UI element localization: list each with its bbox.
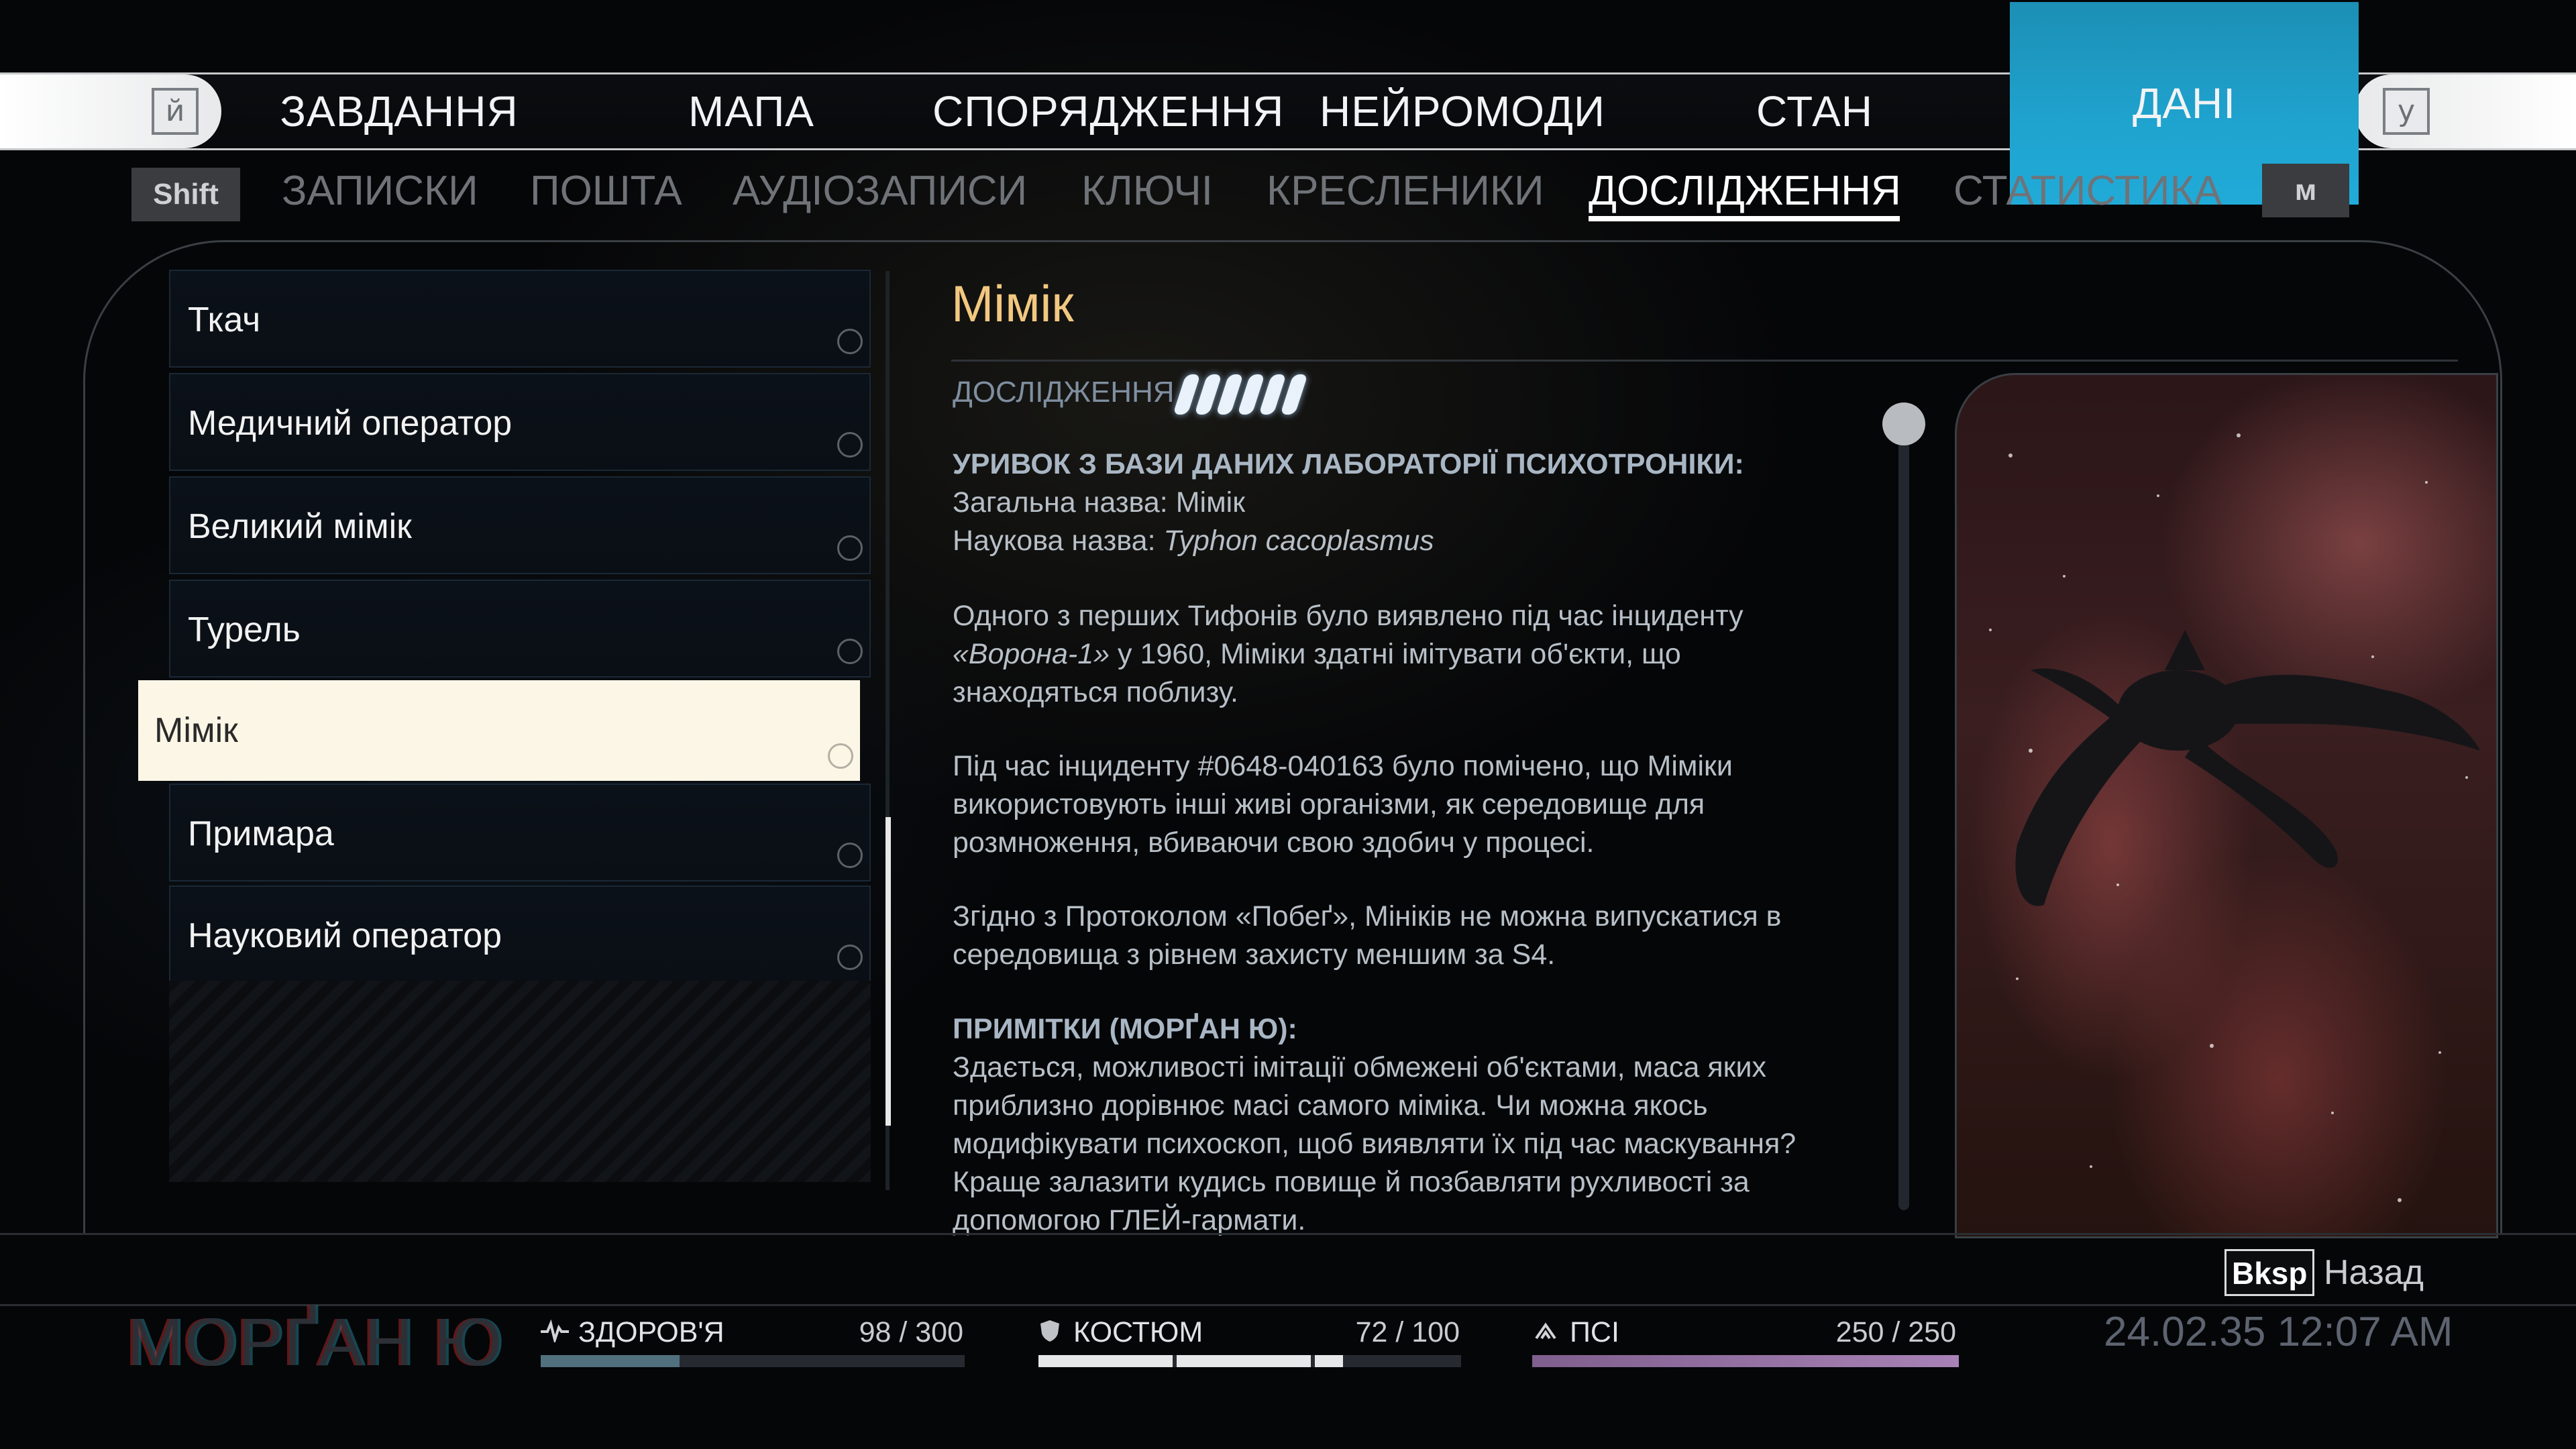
scientific-name: Typhon cacoplasmus (1163, 525, 1434, 557)
paragraph-text: у 1960, Міміки здатні імітувати об'єкти,… (1110, 638, 1681, 670)
list-item-weaver[interactable]: Ткач (169, 270, 871, 368)
creature-image (1955, 373, 2498, 1238)
subtab-blueprints[interactable]: КРЕСЛЕНИКИ (1267, 161, 1544, 221)
list-item-label: Великий мімік (188, 507, 412, 546)
paragraph-line: модифікувати психоскоп, щоб виявляти їх … (953, 1128, 1796, 1160)
subtab-active-underline (1589, 216, 1900, 221)
list-item-great-mimic[interactable]: Великий мімік (169, 476, 871, 574)
player-name: МОРҐАН Ю (127, 1305, 504, 1380)
common-name: Загальна назва: Мімік (953, 486, 1246, 519)
paragraph-line: середовища з рівнем захисту меншим за S4… (953, 938, 1556, 971)
excerpt-block: УРИВОК З БАЗИ ДАНИХ ЛАБОРАТОРІЇ ПСИХОТРО… (953, 445, 1865, 560)
psi-label: ПСІ (1570, 1316, 1619, 1348)
detail-scrollbar-thumb[interactable] (1882, 402, 1925, 445)
nav-left-cap: й (0, 74, 221, 148)
subnav-prev-key[interactable]: Shift (131, 168, 240, 221)
suit-value: 72 / 100 (1355, 1316, 1460, 1348)
scientific-name-prefix: Наукова назва: (953, 525, 1164, 557)
paragraph-3: Згідно з Протоколом «Побеґ», Мініків не … (953, 898, 1865, 974)
tab-map[interactable]: МАПА (664, 74, 839, 148)
paragraph-1: Одного з перших Тифонів було виявлено пі… (953, 597, 1865, 712)
detail-title: Мімік (951, 276, 1074, 333)
subtab-keys[interactable]: КЛЮЧІ (1081, 161, 1213, 221)
list-item-medical-operator[interactable]: Медичний оператор (169, 373, 871, 471)
list-item-turret[interactable]: Турель (169, 580, 871, 678)
psi-bar (1532, 1355, 1959, 1367)
psi-bar-fill (1532, 1355, 1959, 1367)
unread-indicator-icon (837, 945, 863, 970)
list-scrollbar-thumb[interactable] (885, 817, 891, 1126)
paragraph-line: Здається, можливості імітації обмежені о… (953, 1051, 1766, 1083)
psi-icon (1532, 1319, 1559, 1348)
subtab-notes[interactable]: ЗАПИСКИ (282, 161, 478, 221)
tab-neuromods[interactable]: НЕЙРОМОДИ (1315, 74, 1610, 148)
suit-label: КОСТЮМ (1073, 1316, 1203, 1348)
back-key[interactable]: Bksp (2224, 1249, 2315, 1296)
health-bar (541, 1355, 965, 1367)
paragraph-line: Під час інциденту #0648-040163 було помі… (953, 750, 1733, 782)
mimic-illustration (1989, 433, 2480, 1202)
detail-scrollbar-track[interactable] (1898, 423, 1909, 1210)
scientific-name-line: Наукова назва: Typhon cacoplasmus (953, 522, 1865, 560)
list-item-label: Науковий оператор (188, 916, 502, 955)
unread-indicator-icon (828, 743, 853, 769)
excerpt-heading: УРИВОК З БАЗИ ДАНИХ ЛАБОРАТОРІЇ ПСИХОТРО… (953, 448, 1744, 480)
unread-indicator-icon (837, 329, 863, 354)
paragraph-line: Краще залазити кудись повище й позбавлят… (953, 1166, 1750, 1198)
paragraph-2: Під час інциденту #0648-040163 було помі… (953, 747, 1865, 862)
paragraph-line: використовують інші живі організми, як с… (953, 788, 1705, 820)
tab-status[interactable]: СТАН (1717, 74, 1912, 148)
psi-value: 250 / 250 (1835, 1316, 1956, 1348)
subtab-audio[interactable]: АУДІОЗАПИСИ (733, 161, 1027, 221)
tab-tasks[interactable]: ЗАВДАННЯ (268, 74, 530, 148)
health-label: ЗДОРОВ'Я (578, 1316, 724, 1348)
subtab-mail[interactable]: ПОШТА (530, 161, 682, 221)
paragraph-line: знаходяться поблизу. (953, 676, 1238, 708)
paragraph-line: «Ворона-1» у 1960, Міміки здатні імітува… (953, 635, 1865, 674)
shield-icon (1038, 1319, 1061, 1349)
unread-indicator-icon (837, 535, 863, 561)
paragraph-line: приблизно дорівнює масі самого міміка. Ч… (953, 1089, 1708, 1122)
paragraph-line: розмноження, вбиваючи свою здобич у проц… (953, 826, 1595, 859)
nav-prev-key[interactable]: й (152, 88, 199, 135)
subtab-statistics[interactable]: СТАТИСТИКА (1953, 161, 2222, 221)
incident-name: «Ворона-1» (953, 638, 1110, 670)
list-item-science-operator[interactable]: Науковий оператор (169, 885, 871, 983)
mimic-silhouette (2015, 630, 2480, 906)
list-item-label: Мімік (154, 711, 238, 750)
tab-data[interactable]: ДАНІ (2010, 66, 2359, 140)
unread-indicator-icon (837, 843, 863, 868)
suit-bar-fill (1038, 1355, 1343, 1367)
list-item-label: Турель (188, 610, 301, 649)
subnav-next-key[interactable]: м (2262, 164, 2349, 217)
footer-divider (0, 1233, 2576, 1235)
top-nav-bar: й у ЗАВДАННЯ МАПА СПОРЯДЖЕННЯ НЕЙРОМОДИ … (0, 2, 2576, 205)
list-item-phantom[interactable]: Примара (169, 784, 871, 881)
back-button[interactable]: Назад (2324, 1249, 2424, 1296)
list-item-label: Ткач (188, 301, 261, 339)
unread-indicator-icon (837, 639, 863, 664)
suit-bar (1038, 1355, 1461, 1367)
subtab-research[interactable]: ДОСЛІДЖЕННЯ (1589, 161, 1901, 221)
list-item-label: Медичний оператор (188, 404, 513, 443)
notes-block: ПРИМІТКИ (МОРҐАН Ю): Здається, можливост… (953, 1010, 1865, 1240)
health-value: 98 / 300 (859, 1316, 963, 1348)
tab-equipment[interactable]: СПОРЯДЖЕННЯ (932, 74, 1283, 148)
notes-heading: ПРИМІТКИ (МОРҐАН Ю): (953, 1013, 1297, 1045)
nav-right-cap: у (2355, 74, 2576, 148)
detail-divider (951, 360, 2458, 362)
unread-indicator-icon (837, 432, 863, 458)
list-item-mimic[interactable]: Мімік (138, 680, 860, 781)
list-item-label: Примара (188, 814, 334, 853)
heartbeat-icon (541, 1319, 569, 1348)
research-level-label: ДОСЛІДЖЕННЯ (953, 376, 1175, 409)
list-empty-area (169, 981, 871, 1182)
paragraph-line: Одного з перших Тифонів було виявлено пі… (953, 600, 1743, 632)
date-time: 24.02.35 12:07 AM (2104, 1309, 2453, 1355)
paragraph-line: Згідно з Протоколом «Побеґ», Мініків не … (953, 900, 1782, 932)
nav-next-key[interactable]: у (2383, 88, 2430, 135)
health-bar-fill (541, 1355, 680, 1367)
